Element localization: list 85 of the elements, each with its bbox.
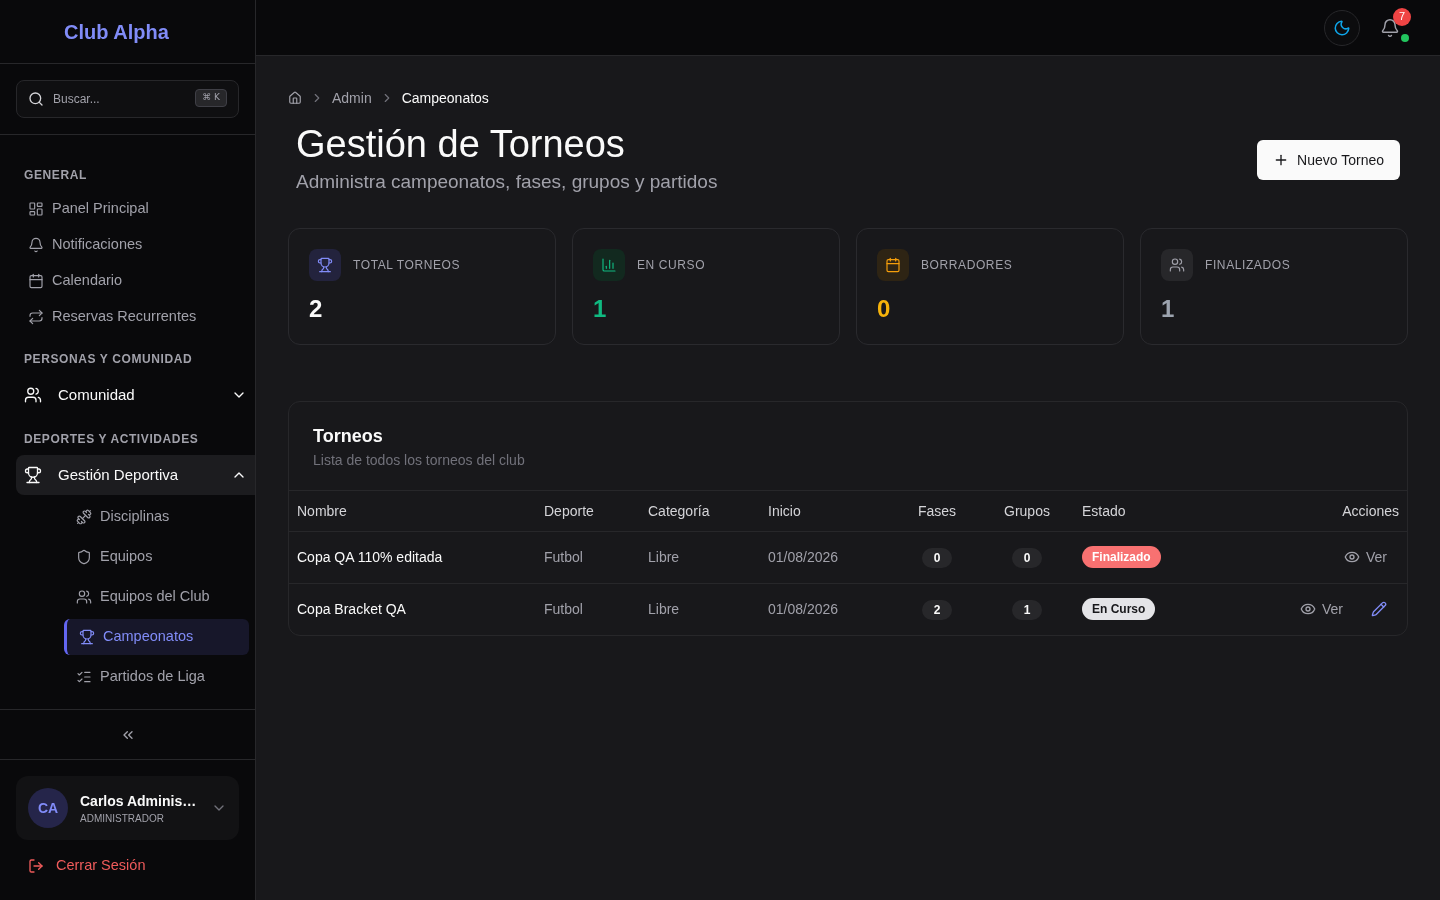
nav-subitem[interactable]: Equipos [64,539,249,575]
nav-section-label: PERSONAS Y COMUNIDAD [23,351,194,367]
table-cell: Libre [640,583,760,635]
moon-icon [1333,18,1351,37]
theme-toggle-button[interactable] [1324,9,1360,46]
bell-icon [28,237,44,253]
pencil-icon [1371,601,1387,618]
stat-value: 2 [309,294,323,324]
dashboard-icon [28,201,44,217]
nav-item[interactable]: Reservas Recurrentes [16,299,249,335]
app-logo: Club Alpha [64,19,169,45]
user-avatar: CA [28,788,68,828]
nav-subitem[interactable]: Disciplinas [64,499,249,535]
stat-label: FINALIZADOS [1205,257,1291,273]
users-icon [24,386,42,404]
column-header: Estado [1070,491,1230,531]
stat-label: TOTAL TORNEOS [353,257,461,273]
checklist-icon [76,669,92,685]
table-cell: Futbol [536,531,640,583]
column-header: Deporte [536,491,640,531]
eye-icon [1344,549,1360,565]
nav-subitem[interactable]: Partidos de Liga [64,659,249,695]
phase-count: 2 [922,599,952,620]
column-header: Nombre [289,491,536,531]
nav-group[interactable]: Comunidad [16,375,255,415]
group-count: 0 [1012,547,1042,568]
column-header: Acciones [1230,491,1407,531]
new-tournament-button[interactable]: Nuevo Torneo [1257,140,1400,180]
breadcrumb-link[interactable]: Admin [332,88,372,108]
notification-count: 7 [1393,7,1411,26]
table-cell: Copa Bracket QA [289,583,536,635]
bell-icon [1380,17,1400,38]
nav-section-label: GENERAL [23,167,88,183]
table-cell: 01/08/2026 [760,583,890,635]
logout-icon [28,858,44,874]
shortcut-key: ⌘ K [195,89,227,107]
nav-subitem[interactable]: Campeonatos [64,619,249,655]
page-subtitle: Administra campeonatos, fases, grupos y partidos [296,170,718,194]
stat-value: 0 [877,294,891,324]
calendar-icon [28,273,44,289]
stat-value: 1 [1161,294,1175,324]
repeat-arrows-icon [28,309,44,325]
user-menu-button[interactable]: CA Carlos Adminis… ADMINISTRADOR [16,776,239,840]
users-icon [76,589,92,605]
table-cell: 01/08/2026 [760,531,890,583]
user-name: Carlos Adminis… [80,791,197,811]
page-title: Gestión de Torneos [296,124,625,164]
column-header: Grupos [984,491,1070,531]
nav-section-label: DEPORTES Y ACTIVIDADES [23,431,200,447]
card-title: Torneos [313,425,383,448]
nav-item[interactable]: Panel Principal [16,191,249,227]
calendar-icon [877,249,909,281]
nav-item[interactable]: Calendario [16,263,249,299]
bar-chart-icon [593,249,625,281]
view-button[interactable]: Ver [1288,593,1355,626]
table-cell: Copa QA 110% editada [289,531,536,583]
user-role: ADMINISTRADOR [80,811,164,826]
trophy-icon [24,466,42,484]
notifications-button[interactable]: 7 [1372,9,1408,46]
nav-subitem[interactable]: Equipos del Club [64,579,249,615]
trophy-icon [79,629,95,645]
home-icon[interactable] [288,91,302,105]
logout-button[interactable]: Cerrar Sesión [16,848,239,884]
column-header: Categoría [640,491,760,531]
group-count: 1 [1012,599,1042,620]
status-badge: Finalizado [1082,546,1161,568]
users-icon [1161,249,1193,281]
view-button[interactable]: Ver [1332,541,1399,573]
stat-label: EN CURSO [637,257,706,273]
table-cell: Libre [640,531,760,583]
column-header: Inicio [760,491,890,531]
dumbbell-icon [76,509,92,525]
status-badge: En Curso [1082,598,1156,621]
phase-count: 0 [922,547,952,568]
stat-label: BORRADORES [921,257,1013,273]
search-icon [28,91,44,107]
stat-value: 1 [593,294,607,324]
card-subtitle: Lista de todos los torneos del club [313,451,525,470]
column-header: Fases [890,491,984,531]
nav-item[interactable]: Notificaciones [16,227,249,263]
shield-icon [76,549,92,565]
trophy-icon [309,249,341,281]
table-cell: Futbol [536,583,640,635]
nav-group[interactable]: Gestión Deportiva [16,455,255,495]
breadcrumb-link[interactable]: Campeonatos [401,88,489,108]
